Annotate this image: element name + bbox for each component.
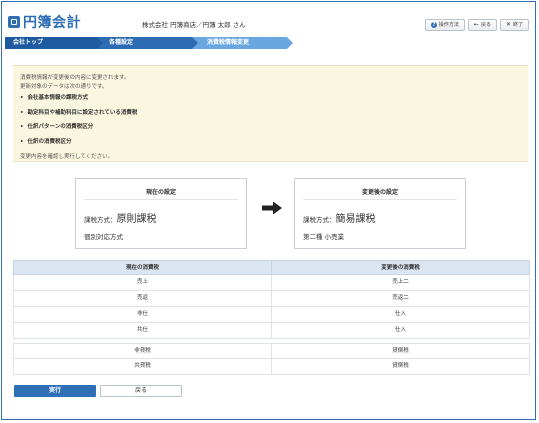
current-tax-method: 課税方式： 原則課税 <box>84 210 157 225</box>
table-cell: 売返二 <box>271 291 529 306</box>
table-row: 売返 売返二 <box>13 291 530 307</box>
table-cell: 売上 <box>136 279 148 285</box>
company-user-label: 株式会社 円簿商店／円簿 太郎 さん <box>142 21 246 29</box>
breadcrumb-tax-change: 消費税情報変更 <box>191 37 293 49</box>
table-cell: 貸倒税 <box>271 359 529 374</box>
table-row: 売上 売上二 <box>13 275 530 291</box>
new-tax-method: 課税方式： 簡易課税 <box>303 210 376 225</box>
arrow-left-icon: ← <box>473 21 479 28</box>
current-setting-title: 現在の設定 <box>145 189 176 196</box>
execute-button[interactable]: 実行 <box>14 385 96 397</box>
table-row: 非貸税 貸倒税 <box>13 343 530 359</box>
app-frame: 円簿会計 株式会社 円簿商店／円簿 太郎 さん ? 操作方法 ← 戻る ✕ 終了… <box>1 1 536 420</box>
table-header: 現在の消費税 変更後の消費税 <box>13 260 530 275</box>
table-cell: 仕入 <box>271 307 529 322</box>
tax-method-label: 課税方式： <box>84 216 117 224</box>
help-label: 操作方法 <box>438 22 459 28</box>
current-tax-sub: 個別対応方式 <box>84 233 123 241</box>
tax-method-value: 原則課税 <box>116 214 157 225</box>
arrow-right-icon <box>262 201 282 215</box>
table-cell: 共貸税 <box>134 363 151 369</box>
help-button[interactable]: ? 操作方法 <box>424 19 465 31</box>
logo-icon <box>8 16 20 28</box>
notice-item: 勘定科目や補助科目に設定されている消費税 <box>20 108 138 116</box>
table-cell: 貸倒税 <box>271 344 529 358</box>
app-name: 円簿会計 <box>23 15 81 31</box>
table-cell: 非貸税 <box>134 348 151 354</box>
notice-line-1: 消費税情報が変更後の内容に変更されます。 <box>20 75 130 81</box>
breadcrumb: 会社トップ 各種設定 消費税情報変更 <box>5 37 533 49</box>
exit-label: 終了 <box>512 22 523 28</box>
header-back-button[interactable]: ← 戻る <box>467 19 497 31</box>
header: 円簿会計 株式会社 円簿商店／円簿 太郎 さん ? 操作方法 ← 戻る ✕ 終了 <box>2 2 535 34</box>
column-header-new: 変更後の消費税 <box>271 261 529 274</box>
breadcrumb-company-top[interactable]: 会社トップ <box>5 37 103 49</box>
current-setting-box: 現在の設定 課税方式： 原則課税 個別対応方式 <box>75 178 247 249</box>
notice-line-2: 更新対象のデータは次の通りです。 <box>20 84 108 90</box>
notice-item: 会社基本情報の課税方式 <box>20 93 89 101</box>
close-icon: ✕ <box>505 21 511 28</box>
notice-panel: 消費税情報が変更後の内容に変更されます。 更新対象のデータは次の通りです。 会社… <box>13 65 528 162</box>
breadcrumb-settings[interactable]: 各種設定 <box>95 37 198 49</box>
table-cell: 売上二 <box>271 275 529 290</box>
header-back-label: 戻る <box>480 22 491 28</box>
notice-confirm: 変更内容を確認し実行してください。 <box>20 154 114 160</box>
tax-mapping-table: 現在の消費税 変更後の消費税 売上 売上二 売返 売返二 非仕 仕入 共仕 仕入… <box>13 260 530 375</box>
table-cell: 共仕 <box>136 327 148 333</box>
table-row: 非仕 仕入 <box>13 307 530 323</box>
exit-button[interactable]: ✕ 終了 <box>499 19 529 31</box>
table-row: 共貸税 貸倒税 <box>13 359 530 375</box>
tax-method-label: 課税方式： <box>303 216 336 224</box>
table-row: 共仕 仕入 <box>13 323 530 339</box>
notice-item: 仕訳の消費税区分 <box>20 137 72 145</box>
table-cell: 非仕 <box>136 311 148 317</box>
tax-method-value: 簡易課税 <box>335 214 376 225</box>
new-setting-box: 変更後の設定 課税方式： 簡易課税 第二種 小売業 <box>294 178 466 249</box>
back-button[interactable]: 戻る <box>100 385 182 397</box>
table-cell: 売返 <box>136 295 148 301</box>
table-cell: 仕入 <box>271 323 529 338</box>
notice-item: 仕訳パターンの消費税区分 <box>20 122 94 130</box>
column-header-current: 現在の消費税 <box>125 265 159 271</box>
new-tax-sub: 第二種 小売業 <box>303 233 345 241</box>
divider <box>84 199 238 200</box>
app-logo[interactable]: 円簿会計 <box>8 12 81 32</box>
divider <box>303 199 457 200</box>
new-setting-title: 変更後の設定 <box>361 189 398 196</box>
help-icon: ? <box>430 22 437 28</box>
header-buttons: ? 操作方法 ← 戻る ✕ 終了 <box>424 19 529 31</box>
